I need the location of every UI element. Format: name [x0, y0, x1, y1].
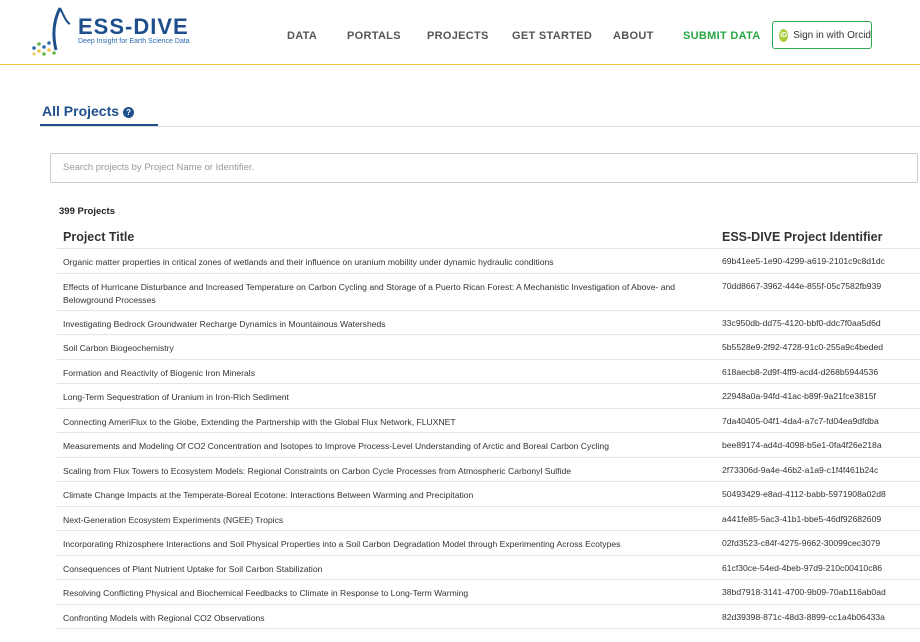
- table-row[interactable]: Effects of Hurricane Disturbance and Inc…: [57, 274, 920, 311]
- project-identifier-cell: 33c950db-dd75-4120-bbf0-ddc7f0aa5d6d: [722, 317, 881, 328]
- project-identifier-cell: 70dd8667-3962-444e-855f-05c7582fb939: [722, 280, 882, 291]
- table-row[interactable]: Long-Term Sequestration of Uranium in Ir…: [57, 384, 920, 409]
- project-identifier-cell: bee89174-ad4d-4098-b5e1-0fa4f26e218a: [722, 440, 882, 450]
- project-identifier-cell: 7da40405-04f1-4da4-a7c7-fd04ea9dfdba: [722, 415, 879, 426]
- project-title-cell[interactable]: Incorporating Rhizosphere Interactions a…: [63, 538, 703, 551]
- table-row[interactable]: Next-Generation Ecosystem Experiments (N…: [57, 507, 920, 531]
- orcid-icon: iD: [779, 28, 789, 42]
- sign-in-label: Sign in with Orcid: [793, 29, 871, 41]
- table-row[interactable]: Investigating Bedrock Groundwater Rechar…: [57, 311, 920, 335]
- project-identifier-cell: 38bd7918-3141-4700-9b09-70ab116ab0ad: [722, 587, 886, 597]
- nav-projects[interactable]: PROJECTS: [427, 30, 489, 42]
- project-title-cell[interactable]: Long-Term Sequestration of Uranium in Ir…: [63, 391, 703, 404]
- table-row[interactable]: Connecting AmeriFlux to the Globe, Exten…: [57, 409, 920, 433]
- table-row[interactable]: Incorporating Rhizosphere Interactions a…: [57, 531, 920, 556]
- nav-portals[interactable]: PORTALS: [347, 30, 401, 42]
- sign-in-orcid-button[interactable]: iD Sign in with Orcid: [772, 21, 872, 49]
- project-title-cell[interactable]: Scaling from Flux Towers to Ecosystem Mo…: [63, 465, 703, 478]
- top-header: ESS-DIVE Deep Insight for Earth Science …: [0, 0, 920, 65]
- project-title-cell[interactable]: Connecting AmeriFlux to the Globe, Exten…: [63, 416, 703, 429]
- project-identifier-cell: 618aecb8-2d9f-4ff9-acd4-d268b5944536: [722, 366, 879, 377]
- project-identifier-cell: 02fd3523-c84f-4275-9662-30099cec3079: [722, 538, 881, 548]
- header-project-title[interactable]: Project Title: [63, 230, 134, 244]
- project-identifier-cell: 22948a0a-94fd-41ac-b89f-9a21fce3815f: [722, 391, 876, 401]
- project-count: 399 Projects: [59, 206, 115, 217]
- project-title-cell[interactable]: Formation and Reactivity of Biogenic Iro…: [63, 367, 703, 380]
- project-identifier-cell: 2f73306d-9a4e-46b2-a1a9-c1f4f461b24c: [722, 464, 879, 475]
- table-row[interactable]: Formation and Reactivity of Biogenic Iro…: [57, 360, 920, 384]
- project-identifier-cell: 5b5528e9-2f92-4728-91c0-255a9c4beded: [722, 342, 884, 352]
- project-identifier-cell: 82d39398-871c-48d3-8899-cc1a4b06433a: [722, 611, 885, 622]
- table-row[interactable]: Soil Carbon Biogeochemistry 5b5528e9-2f92…: [57, 335, 920, 360]
- nav-submit-data[interactable]: SUBMIT DATA: [683, 30, 760, 42]
- nav-get-started[interactable]: GET STARTED: [512, 30, 592, 42]
- project-title-cell[interactable]: Confronting Models with Regional CO2 Obs…: [63, 612, 703, 625]
- table-body: Organic matter properties in critical zo…: [57, 249, 920, 629]
- nav-about[interactable]: ABOUT: [613, 30, 654, 42]
- tab-divider: [40, 126, 920, 127]
- nav-data[interactable]: DATA: [287, 30, 317, 42]
- project-search-input[interactable]: Search projects by Project Name or Ident…: [50, 153, 918, 183]
- project-title-cell[interactable]: Consequences of Plant Nutrient Uptake fo…: [63, 563, 703, 576]
- tab-all-projects[interactable]: All Projects?: [42, 103, 135, 119]
- project-identifier-cell: 50493429-e8ad-4112-babb-5971908a02d8: [722, 489, 886, 499]
- project-title-cell[interactable]: Climate Change Impacts at the Temperate-…: [63, 489, 703, 502]
- table-row[interactable]: Climate Change Impacts at the Temperate-…: [57, 482, 920, 507]
- project-title-cell[interactable]: Investigating Bedrock Groundwater Rechar…: [63, 318, 703, 331]
- table-row[interactable]: Resolving Conflicting Physical and Bioch…: [57, 580, 920, 605]
- table-row[interactable]: Confronting Models with Regional CO2 Obs…: [57, 605, 920, 629]
- project-title-cell[interactable]: Measurements and Modeling Of CO2 Concent…: [63, 440, 703, 453]
- table-header: Project Title ESS-DIVE Project Identifie…: [57, 226, 920, 249]
- table-row[interactable]: Organic matter properties in critical zo…: [57, 249, 920, 274]
- table-row[interactable]: Scaling from Flux Towers to Ecosystem Mo…: [57, 458, 920, 482]
- project-title-cell[interactable]: Resolving Conflicting Physical and Bioch…: [63, 587, 703, 600]
- help-icon[interactable]: ?: [123, 107, 135, 118]
- projects-table: Project Title ESS-DIVE Project Identifie…: [57, 226, 920, 629]
- project-identifier-cell: 61cf30ce-54ed-4beb-97d9-210c00410c86: [722, 562, 883, 573]
- project-title-cell[interactable]: Soil Carbon Biogeochemistry: [63, 342, 703, 355]
- project-title-cell[interactable]: Next-Generation Ecosystem Experiments (N…: [63, 514, 703, 527]
- project-identifier-cell: 69b41ee5-1e90-4299-a619-2101c9c8d1dc: [722, 256, 885, 266]
- project-identifier-cell: a441fe85-5ac3-41b1-bbe5-46df92682609: [722, 513, 882, 524]
- project-title-cell[interactable]: Effects of Hurricane Disturbance and Inc…: [63, 281, 703, 307]
- tab-all-projects-label: All Projects: [42, 103, 120, 119]
- project-title-cell[interactable]: Organic matter properties in critical zo…: [63, 256, 703, 269]
- table-row[interactable]: Consequences of Plant Nutrient Uptake fo…: [57, 556, 920, 580]
- table-row[interactable]: Measurements and Modeling Of CO2 Concent…: [57, 433, 920, 458]
- header-project-identifier[interactable]: ESS-DIVE Project Identifier: [722, 230, 882, 244]
